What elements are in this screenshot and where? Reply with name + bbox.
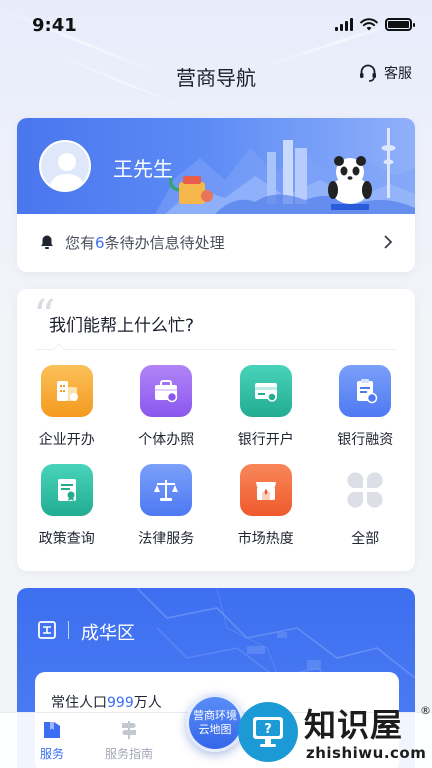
divider — [68, 621, 69, 639]
user-name: 王先生 — [113, 157, 173, 181]
service-label: 法律服务 — [138, 531, 195, 547]
watermark-domain: zhishiwu.com — [306, 744, 427, 762]
service-item-all[interactable]: 全部 — [316, 464, 416, 548]
todo-notice[interactable]: 您有6条待办信息待处理 — [17, 214, 415, 272]
service-item-law[interactable]: 法律服务 — [117, 464, 217, 548]
service-label: 企业开办 — [38, 432, 95, 448]
service-label: 政策查询 — [38, 531, 95, 547]
service-item-bank-finance[interactable]: 银行融资 — [316, 365, 416, 449]
district-name: 成华区 — [81, 623, 135, 644]
svg-text:?: ? — [264, 722, 272, 737]
district-location-icon — [38, 621, 56, 639]
nav-item-service[interactable]: 服务 — [9, 719, 95, 762]
service-item-policy[interactable]: 政策查询 — [17, 464, 117, 548]
guide-icon — [122, 721, 136, 739]
service-label: 全部 — [351, 531, 380, 547]
status-bar: 9:41 — [0, 0, 432, 50]
bank-account-icon — [239, 365, 292, 417]
watermark: ? 知识屋 ® zhishiwu.com — [232, 700, 432, 768]
user-card: 王先生 您有6条待办信息待处理 — [17, 118, 415, 272]
notice-prefix: 您有 — [65, 234, 96, 252]
cloud-map-line1: 营商环境 — [193, 709, 237, 722]
service-item-market[interactable]: 市场热度 — [216, 464, 316, 548]
nav-item-guide[interactable]: 服务指南 — [86, 719, 172, 762]
service-label: 银行融资 — [337, 432, 394, 448]
status-time: 9:41 — [32, 15, 77, 36]
population-stat: 常住人口999万人 — [51, 692, 162, 712]
enterprise-icon — [40, 365, 93, 417]
todo-count: 6 — [95, 234, 105, 252]
battery-icon — [385, 18, 415, 31]
nav-label: 服务 — [39, 747, 64, 761]
status-icons — [335, 18, 415, 31]
policy-icon — [40, 464, 93, 516]
service-item-bank-account[interactable]: 银行开户 — [216, 365, 316, 449]
cloud-map-line2: 云地图 — [198, 723, 232, 736]
service-grid: 企业开办 个体办照 银行开户 银行融资 政策查询 法律服务 市场热度 全部 — [17, 365, 415, 548]
service-icon — [44, 722, 60, 738]
service-label: 个体办照 — [138, 432, 195, 448]
user-banner[interactable]: 王先生 — [17, 118, 415, 214]
wifi-icon — [360, 18, 378, 31]
service-item-business-license[interactable]: 个体办照 — [117, 365, 217, 449]
watermark-title: 知识屋 — [304, 706, 404, 744]
avatar-placeholder-icon — [49, 153, 85, 190]
nav-label: 服务指南 — [104, 747, 153, 761]
notice-suffix: 条待办信息待处理 — [104, 234, 225, 252]
todo-notice-text: 您有6条待办信息待处理 — [65, 232, 225, 253]
service-label: 市场热度 — [237, 531, 294, 547]
law-scale-icon — [140, 464, 193, 516]
bell-icon — [41, 235, 53, 249]
business-license-icon — [140, 365, 193, 417]
customer-service-button[interactable]: 客服 — [358, 63, 412, 83]
app-header: 营商导航 客服 — [0, 55, 432, 95]
bank-finance-icon — [339, 365, 392, 417]
divider-notch — [53, 343, 65, 355]
service-item-enterprise[interactable]: 企业开办 — [17, 365, 117, 449]
market-icon — [239, 464, 292, 516]
service-label: 银行开户 — [237, 432, 294, 448]
all-grid-icon — [339, 464, 391, 516]
help-title: 我们能帮上什么忙? — [49, 316, 195, 336]
monitor-question-icon: ? — [238, 702, 298, 762]
divider — [35, 349, 397, 350]
population-unit: 万人 — [133, 695, 162, 711]
help-card: “ 我们能帮上什么忙? 企业开办 个体办照 银行开户 银行融资 政策查询 法律服… — [17, 289, 415, 571]
avatar — [39, 140, 91, 192]
headset-icon — [360, 64, 376, 82]
population-value: 999 — [107, 695, 134, 711]
customer-service-label: 客服 — [384, 66, 412, 82]
registered-mark: ® — [420, 704, 431, 717]
city-skyline-illustration — [155, 128, 415, 214]
cellular-signal-icon — [335, 18, 353, 31]
chevron-right-icon — [384, 235, 393, 249]
population-prefix: 常住人口 — [51, 695, 107, 711]
